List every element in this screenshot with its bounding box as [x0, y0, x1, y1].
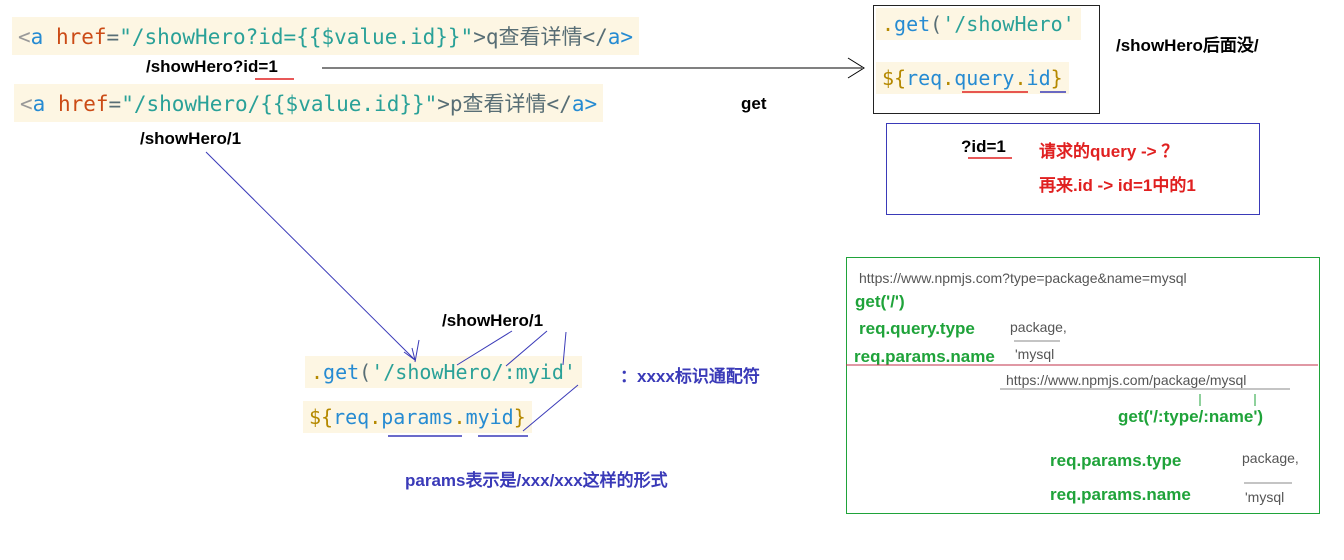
connector-line-6 [522, 384, 579, 432]
connector-line-1 [205, 151, 416, 361]
connector-line-3 [456, 330, 513, 366]
connector-line-5 [562, 331, 567, 366]
connector-line-2 [414, 339, 420, 363]
connector-line-4 [505, 330, 548, 367]
annotation-lines [205, 57, 1318, 484]
